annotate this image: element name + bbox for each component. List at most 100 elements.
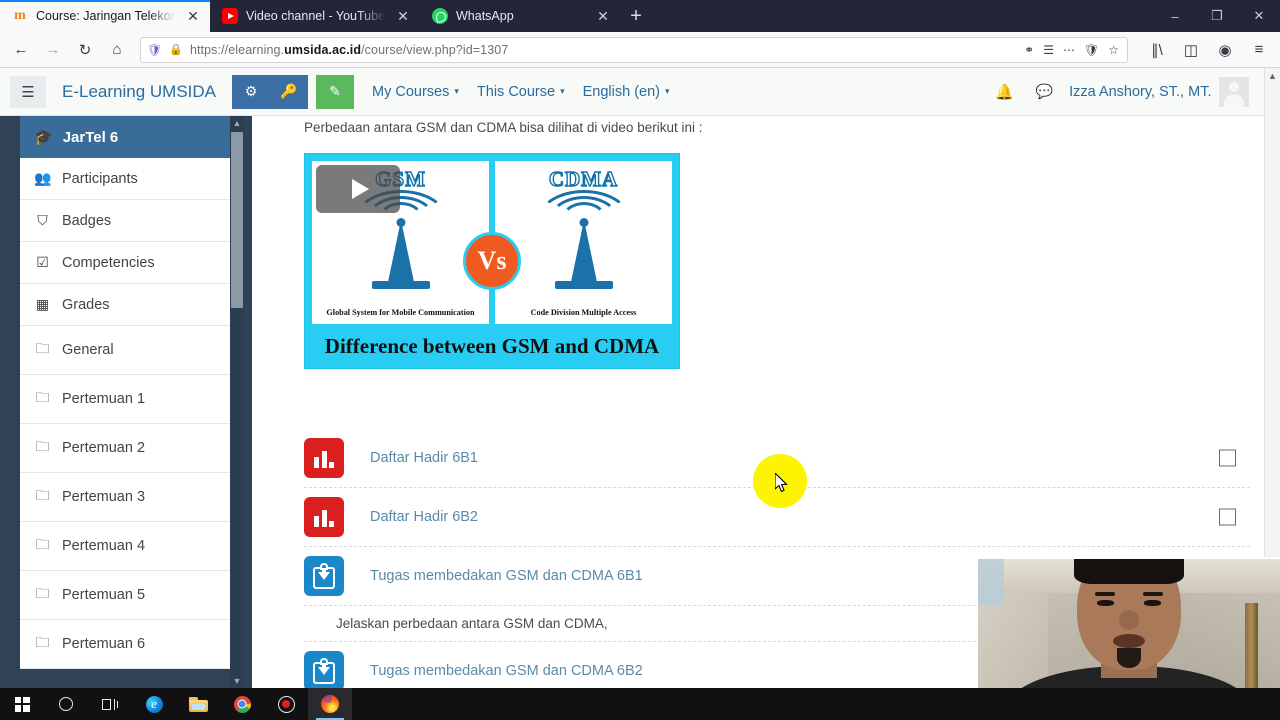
scroll-up-icon[interactable]: ▲ — [1265, 68, 1280, 84]
lightbulb-icon[interactable]: ⚭ — [1024, 43, 1034, 57]
pocket-icon[interactable]: 🛡 — [1084, 43, 1099, 57]
close-icon[interactable]: ✕ — [394, 8, 412, 25]
nav-label: This Course — [476, 83, 556, 100]
sidebar-item-badges[interactable]: ⛉ Badges — [20, 200, 236, 242]
sidebar-item-pertemuan-5[interactable]: 🗀 Pertemuan 5 — [20, 571, 236, 620]
sidebar-item-competencies[interactable]: ☑ Competencies — [20, 242, 236, 284]
sidebar-item-pertemuan-6[interactable]: 🗀 Pertemuan 6 — [20, 620, 236, 669]
scroll-up-icon[interactable]: ▲ — [230, 116, 244, 130]
padlock-icon[interactable]: 🔒 — [169, 43, 183, 56]
url-bar[interactable]: 🛡 🔒 https://elearning.umsida.ac.id/cours… — [140, 36, 1128, 63]
bookmark-star-icon[interactable]: ☆ — [1108, 43, 1119, 57]
sidebar-item-pertemuan-3[interactable]: 🗀 Pertemuan 3 — [20, 473, 236, 522]
sidebar-item-label: Pertemuan 1 — [62, 391, 146, 407]
hamburger-icon[interactable]: ☰ — [10, 75, 46, 108]
sidebar-item-participants[interactable]: 👥 Participants — [20, 158, 236, 200]
browser-tab-1[interactable]: m Course: Jaringan Telekomunika ✕ — [0, 0, 210, 32]
scroll-down-icon[interactable]: ▼ — [230, 674, 244, 688]
close-window-button[interactable]: ✕ — [1238, 0, 1280, 32]
nav-this-course[interactable]: This Course ▾ — [477, 84, 565, 100]
windows-taskbar: e — [0, 688, 1280, 720]
close-icon[interactable]: ✕ — [184, 8, 202, 25]
web-page: ☰ E-Learning UMSIDA ⚙ 🔑 ✎ My Courses ▾ T… — [0, 68, 1280, 688]
chat-bubble-icon[interactable]: 💬 — [1036, 83, 1053, 100]
intro-paragraph: Perbedaan antara GSM dan CDMA bisa dilih… — [304, 120, 703, 135]
sidebar: 🎓 JarTel 6 👥 Participants ⛉ Badges ☑ Com… — [0, 116, 252, 688]
url-action-icons: ⚭ ☰ ⋯ 🛡 ☆ — [1024, 43, 1121, 57]
bell-icon[interactable]: 🔔 — [995, 83, 1014, 101]
screen-recorder[interactable] — [264, 688, 308, 720]
sidebar-item-pertemuan-2[interactable]: 🗀 Pertemuan 2 — [20, 424, 236, 473]
whatsapp-icon — [432, 8, 448, 24]
browser-tab-3[interactable]: WhatsApp ✕ — [420, 0, 620, 32]
sidebar-item-label: Grades — [62, 296, 110, 313]
video-thumbnail[interactable]: GSM Global System for Mobile Communicati… — [304, 153, 680, 369]
reload-icon[interactable]: ↻ — [70, 35, 100, 65]
url-text[interactable]: https://elearning.umsida.ac.id/course/vi… — [190, 43, 1017, 57]
shield-icon: ⛉ — [37, 212, 48, 228]
chevron-down-icon: ▾ — [560, 86, 565, 96]
reader-view-icon[interactable]: ☰ — [1043, 43, 1054, 57]
app-menu-icon[interactable]: ≡ — [1244, 35, 1274, 65]
activity-label[interactable]: Tugas membedakan GSM dan CDMA 6B1 — [370, 568, 643, 584]
edit-pencil-icon[interactable]: ✎ — [316, 74, 355, 109]
chrome-icon — [233, 695, 251, 713]
sidebar-item-pertemuan-1[interactable]: 🗀 Pertemuan 1 — [20, 375, 236, 424]
navigation-toolbar: ← → ↻ ⌂ 🛡 🔒 https://elearning.umsida.ac.… — [0, 32, 1280, 68]
cdma-panel: CDMA Code Division Multiple Access — [495, 161, 672, 324]
start-button[interactable] — [0, 688, 44, 720]
microsoft-edge[interactable]: e — [132, 688, 176, 720]
sidebar-icon[interactable]: ◫ — [1176, 35, 1206, 65]
sidebar-item-general[interactable]: 🗀 General — [20, 326, 236, 375]
file-explorer[interactable] — [176, 688, 220, 720]
vs-badge: Vs — [463, 232, 521, 290]
back-button[interactable]: ← — [6, 35, 36, 65]
google-chrome[interactable] — [220, 688, 264, 720]
forward-button[interactable]: → — [38, 35, 68, 65]
maximize-button[interactable]: ❐ — [1196, 0, 1238, 32]
sidebar-item-label: Competencies — [62, 254, 155, 271]
activity-label[interactable]: Tugas membedakan GSM dan CDMA 6B2 — [370, 663, 643, 679]
user-name[interactable]: Izza Anshory, ST., MT. — [1069, 84, 1211, 100]
page-actions-icon[interactable]: ⋯ — [1063, 43, 1075, 57]
tracking-shield-icon[interactable]: 🛡 — [147, 43, 162, 57]
attendance-bar-icon — [304, 438, 344, 478]
mozilla-firefox[interactable] — [308, 688, 352, 720]
completion-checkbox[interactable] — [1219, 449, 1236, 467]
presenter-webcam-feed — [978, 557, 1280, 688]
key-icon[interactable]: 🔑 — [270, 74, 309, 109]
new-tab-button[interactable]: + — [620, 0, 652, 32]
sidebar-course-title[interactable]: 🎓 JarTel 6 — [20, 116, 236, 158]
sidebar-inner: 🎓 JarTel 6 👥 Participants ⛉ Badges ☑ Com… — [0, 116, 236, 669]
play-button-icon[interactable] — [316, 165, 400, 213]
tab-title: Video channel - YouTube Studi — [246, 9, 386, 23]
site-brand[interactable]: E-Learning UMSIDA — [62, 82, 216, 102]
nav-my-courses[interactable]: My Courses ▾ — [372, 84, 459, 100]
account-icon[interactable]: ◉ — [1210, 35, 1240, 65]
edge-icon: e — [145, 695, 163, 713]
browser-tab-2[interactable]: Video channel - YouTube Studi ✕ — [210, 0, 420, 32]
folder-icon: 🗀 — [35, 536, 50, 552]
task-view[interactable] — [88, 688, 132, 720]
nav-language[interactable]: English (en) ▾ — [583, 84, 670, 100]
cortana-search[interactable] — [44, 688, 88, 720]
site-admin-cogs-icon[interactable]: ⚙ — [232, 74, 271, 109]
course-title-label: JarTel 6 — [62, 128, 119, 146]
tower-mast — [387, 220, 414, 282]
minimize-button[interactable]: – — [1154, 0, 1196, 32]
library-icon[interactable]: ∥\ — [1142, 35, 1172, 65]
bar-glyph — [314, 508, 334, 527]
scrollbar-thumb[interactable] — [231, 132, 243, 308]
close-icon[interactable]: ✕ — [594, 8, 612, 25]
sidebar-item-grades[interactable]: ▦ Grades — [20, 284, 236, 326]
sidebar-item-pertemuan-4[interactable]: 🗀 Pertemuan 4 — [20, 522, 236, 571]
sidebar-scrollbar[interactable]: ▲ ▼ — [230, 116, 244, 688]
sidebar-item-label: Pertemuan 6 — [62, 636, 146, 652]
home-icon[interactable]: ⌂ — [102, 35, 132, 65]
activity-label[interactable]: Daftar Hadir 6B2 — [370, 509, 478, 525]
avatar[interactable] — [1219, 76, 1250, 107]
completion-checkbox[interactable] — [1219, 508, 1236, 526]
activity-label[interactable]: Daftar Hadir 6B1 — [370, 450, 478, 466]
folder-icon: 🗀 — [35, 340, 50, 356]
sidebar-item-label: Pertemuan 5 — [62, 587, 146, 603]
